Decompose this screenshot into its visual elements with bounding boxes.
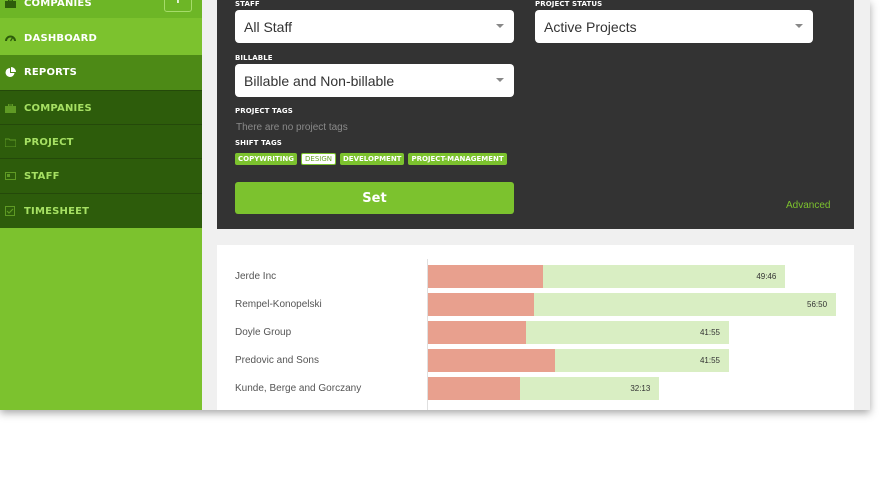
sidebar-item-reports[interactable]: REPORTS xyxy=(0,55,202,90)
sidebar-item-timesheet[interactable]: TIMESHEET xyxy=(0,193,202,228)
chart-bar-segment[interactable] xyxy=(428,377,520,400)
report-chart: Jerde Inc 49:46 Rempel-Konopelski 56:50 Doyl… xyxy=(217,245,854,410)
chart-bar-segment[interactable] xyxy=(428,293,534,316)
report-filters-panel: STAFF All Staff PROJECT STATUS Active Pr… xyxy=(217,0,854,229)
caret-down-icon xyxy=(795,24,803,28)
project-tags-empty-text: There are no project tags xyxy=(236,122,348,133)
sidebar-item-dashboard[interactable]: DASHBOARD xyxy=(0,21,202,55)
sidebar-item-label: REPORTS xyxy=(24,67,78,78)
caret-down-icon xyxy=(496,24,504,28)
staff-select[interactable]: All Staff xyxy=(235,10,514,43)
project-status-select[interactable]: Active Projects xyxy=(535,10,813,43)
chart-bar-value-label: 32:13 xyxy=(630,384,651,393)
staff-select-value: All Staff xyxy=(244,18,292,35)
project-status-label: PROJECT STATUS xyxy=(535,0,603,8)
billable-select[interactable]: Billable and Non-billable xyxy=(235,64,514,97)
folder-icon xyxy=(4,136,16,148)
sidebar: COMPANIES + DASHBOARD REPORTS COMPANIES xyxy=(0,0,202,410)
chart-bar-segment[interactable] xyxy=(428,265,543,288)
sidebar-item-label: DASHBOARD xyxy=(24,32,98,44)
id-card-icon xyxy=(4,170,16,182)
advanced-link[interactable]: Advanced xyxy=(786,200,830,211)
briefcase-icon xyxy=(4,0,16,9)
sidebar-item-label: COMPANIES xyxy=(24,0,92,9)
project-status-select-value: Active Projects xyxy=(544,18,637,35)
chart-category-label: Doyle Group xyxy=(235,327,292,338)
shift-tag[interactable]: PROJECT-MANAGEMENT xyxy=(408,153,507,165)
chart-bar-segment[interactable] xyxy=(428,349,556,372)
pie-chart-icon xyxy=(4,67,16,79)
sidebar-item-label: TIMESHEET xyxy=(24,205,90,217)
staff-label: STAFF xyxy=(235,0,260,8)
sidebar-item-label: PROJECT xyxy=(24,136,74,148)
shift-tags-list: COPYWRITING DESIGN DEVELOPMENT PROJECT-M… xyxy=(235,153,511,165)
add-company-button[interactable]: + xyxy=(164,0,192,12)
set-button[interactable]: Set xyxy=(235,182,514,214)
shift-tags-label: SHIFT TAGS xyxy=(235,139,282,147)
sidebar-item-project[interactable]: PROJECT xyxy=(0,124,202,159)
chart-category-label: Predovic and Sons xyxy=(235,355,319,366)
chart-bar-segment[interactable] xyxy=(428,321,527,344)
shift-tag[interactable]: DESIGN xyxy=(301,153,336,165)
shift-tag[interactable]: DEVELOPMENT xyxy=(339,153,405,165)
chart-bar-value-label: 49:46 xyxy=(756,272,777,281)
checklist-icon xyxy=(4,205,16,217)
billable-label: BILLABLE xyxy=(235,54,273,62)
chart-bar-value-label: 41:55 xyxy=(699,328,720,337)
chart-bar-value-label: 56:50 xyxy=(807,300,828,309)
shift-tag[interactable]: COPYWRITING xyxy=(235,153,297,165)
billable-select-value: Billable and Non-billable xyxy=(244,72,395,89)
chart-category-label: Jerde Inc xyxy=(235,271,277,282)
caret-down-icon xyxy=(496,78,504,82)
sidebar-item-label: STAFF xyxy=(24,170,60,182)
project-tags-label: PROJECT TAGS xyxy=(235,107,293,115)
sidebar-item-label: COMPANIES xyxy=(24,102,92,114)
gauge-icon xyxy=(4,32,16,44)
sidebar-item-companies[interactable]: COMPANIES xyxy=(0,90,202,125)
briefcase-icon xyxy=(4,102,16,114)
chart-bar-value-label: 41:55 xyxy=(699,356,720,365)
sidebar-item-staff[interactable]: STAFF xyxy=(0,158,202,193)
app-window: COMPANIES + DASHBOARD REPORTS COMPANIES xyxy=(0,0,870,410)
chart-category-label: Rempel-Konopelski xyxy=(235,299,322,310)
chart-category-label: Kunde, Berge and Gorczany xyxy=(235,383,362,394)
